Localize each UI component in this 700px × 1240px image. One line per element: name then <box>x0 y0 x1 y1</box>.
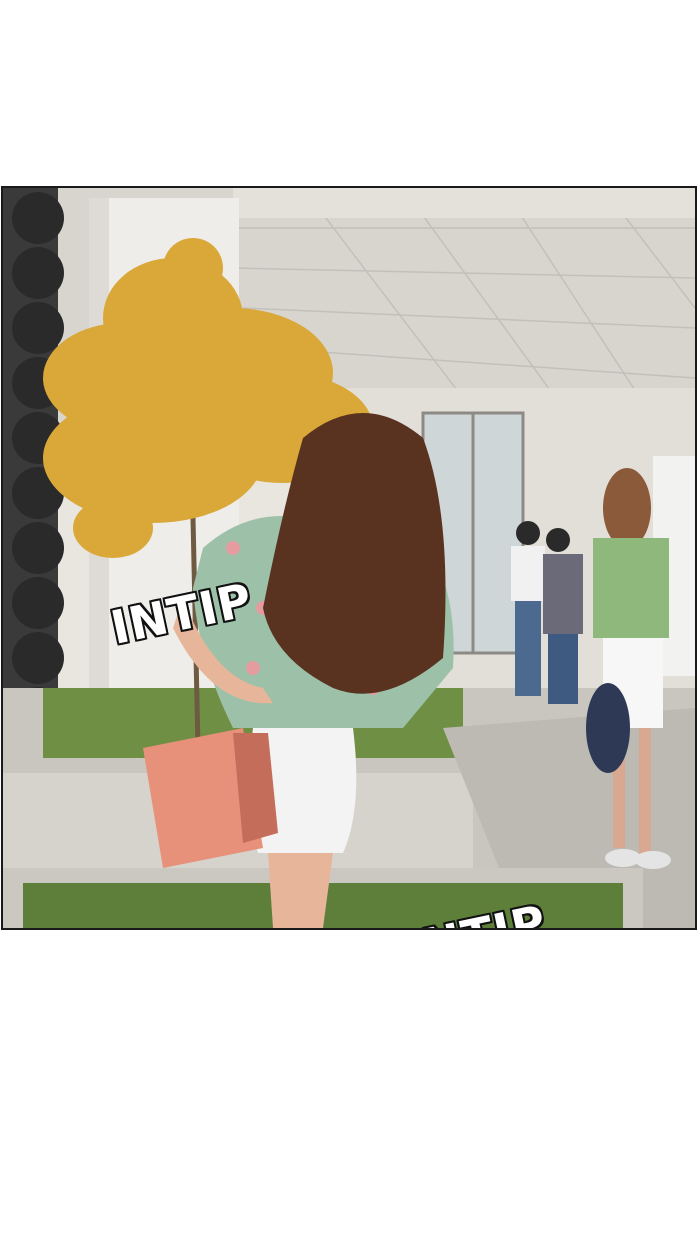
comic-panel: INTIP INTIP <box>1 186 697 930</box>
panel-illustration <box>3 188 695 928</box>
beam <box>233 188 695 218</box>
comic-page: INTIP INTIP <box>0 0 700 1240</box>
